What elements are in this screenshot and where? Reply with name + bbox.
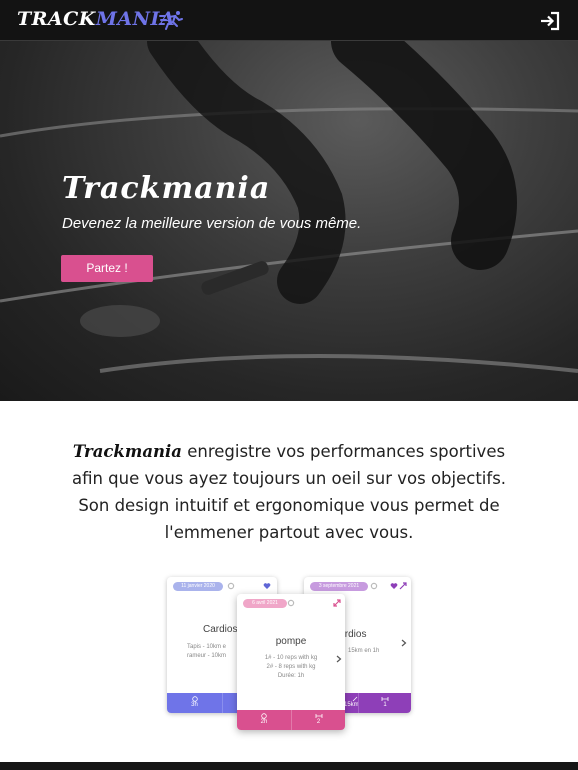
hero-banner: Trackmania Devenez la meilleure version … [0,41,578,401]
intro-line4: l'emmener partout avec vous. [164,523,414,542]
gear-icon [370,582,378,590]
intro-line1: enregistre vos performances sportives [181,442,506,461]
stat-cell: 3h [167,693,222,713]
intro-text: Trackmania enregistre vos performances s… [40,438,538,546]
card-detail: 15km en 1h [348,648,380,654]
heart-icon [263,583,271,589]
card-detail: 2# - 8 reps with kg [266,664,316,670]
expand-icon [333,599,341,607]
heart-icon [390,583,398,589]
hero-title: Trackmania [62,171,271,206]
stat-value: 1 [383,702,387,708]
card-title: pompe [275,636,307,647]
start-button[interactable]: Partez ! [61,255,153,282]
brand-part1: TRACK [17,8,96,30]
intro-line3: Son design intuitif et ergonomique vous … [78,496,500,515]
navbar: TRACKMANIA [0,0,578,41]
stat-value: 2 [316,719,321,725]
stat-cell: 2 [291,710,345,730]
expand-icon [399,582,407,590]
footer-bar [0,762,578,770]
hero-subtitle: Devenez la meilleure version de vous mêm… [62,215,362,232]
stat-cell: 2h [237,710,291,730]
inline-brand: Trackmania [72,442,182,461]
date-pill: 3 septembre 2021 [310,582,368,591]
stat-value: 3h [191,702,198,708]
login-icon[interactable] [539,11,561,31]
card-detail: Durée: 1h [277,673,305,679]
chevron-right-icon[interactable] [336,655,342,663]
brand-logo[interactable]: TRACKMANIA [17,8,175,30]
card-detail: rameur - 10km [187,653,227,659]
runner-icon [159,11,183,30]
date-pill: 6 avril 2021 [243,599,287,608]
card-detail: Tapis - 10km e [187,644,227,650]
stat-value: 15km [344,702,359,708]
stat-cell: 1 [358,693,411,713]
intro-line2: afin que vous ayez toujours un oeil sur … [71,469,507,488]
stat-value: 2h [260,719,268,725]
gear-icon [287,599,295,607]
chevron-right-icon[interactable] [401,639,407,647]
date-pill: 11 janvier 2020 [173,582,223,591]
gear-icon [227,582,235,590]
workout-card-center: 6 avril 2021 pompe 1# - 10 reps with kg … [237,594,345,730]
card-detail: 1# - 10 reps with kg [264,655,318,661]
card-title: Cardios [203,624,238,635]
